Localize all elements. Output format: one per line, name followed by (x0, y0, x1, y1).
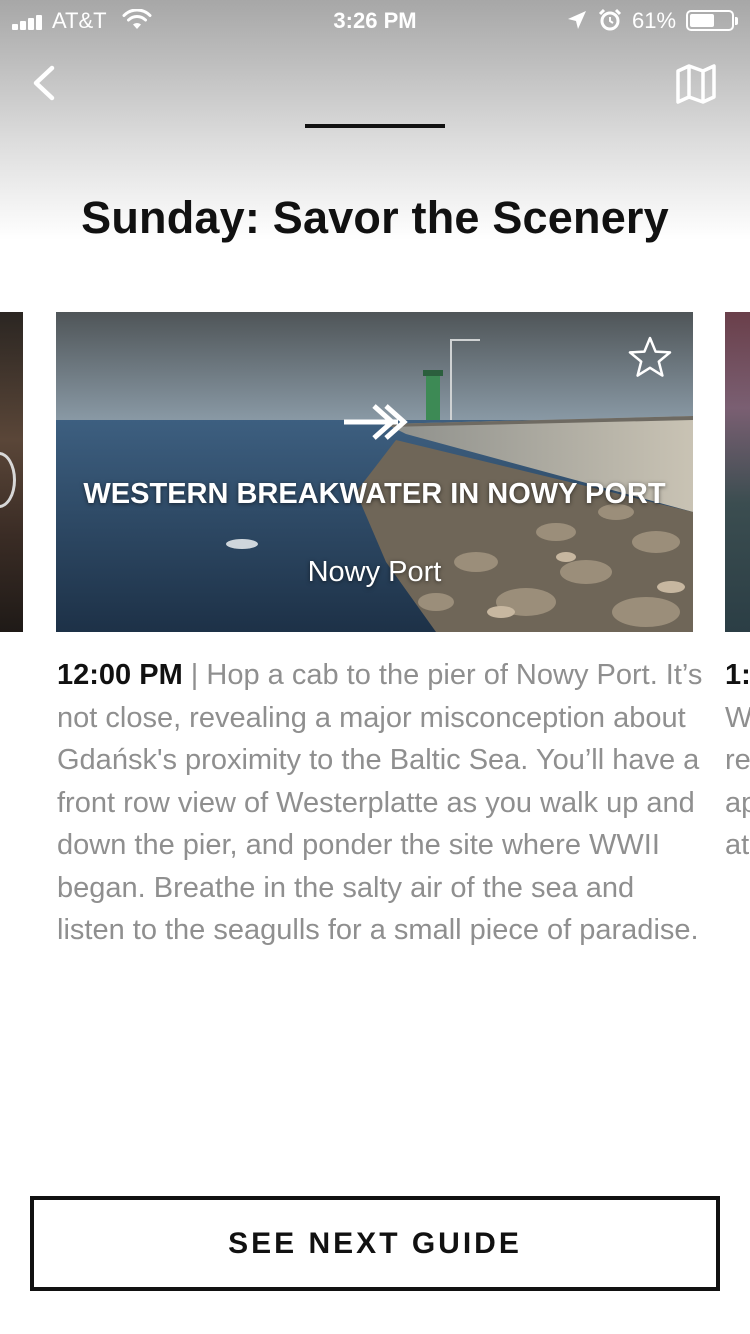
place-neighborhood: Nowy Port (307, 556, 442, 588)
alarm-icon (598, 8, 622, 31)
place-name: WESTERN BREAKWATER IN NOWY PORT (83, 478, 666, 510)
favorite-star-button[interactable] (626, 334, 674, 382)
itinerary-description: 12:00 PM | Hop a cab to the pier of Nowy… (57, 654, 707, 952)
next-itinerary-line: re (725, 744, 750, 776)
back-button[interactable] (28, 62, 62, 104)
next-itinerary-line: at (725, 829, 750, 861)
battery-icon (686, 10, 738, 31)
battery-percent: 61% (632, 8, 677, 33)
next-card-peek[interactable] (725, 312, 750, 632)
separator: | (190, 659, 199, 691)
next-itinerary-peek: 1: W re ap at (725, 654, 750, 867)
page-title: Sunday: Savor the Scenery (81, 192, 669, 243)
see-next-guide-button[interactable]: SEE NEXT GUIDE (30, 1196, 720, 1291)
double-arrow-right-icon (344, 404, 408, 440)
map-button[interactable] (674, 62, 718, 106)
next-itinerary-line: ap (725, 786, 750, 819)
place-card[interactable]: WESTERN BREAKWATER IN NOWY PORT Nowy Por… (56, 312, 693, 632)
next-itinerary-time: 1: (725, 659, 750, 691)
itinerary-time: 12:00 PM (57, 659, 183, 691)
location-arrow-icon (568, 11, 586, 29)
status-bar: AT&T 3:26 PM 61% (0, 0, 750, 40)
previous-card-peek[interactable] (0, 312, 23, 632)
next-itinerary-line: W (725, 701, 750, 734)
drag-handle[interactable] (305, 124, 445, 128)
battery-fill (690, 14, 714, 27)
itinerary-text: Hop a cab to the pier of Nowy Port. It’s… (57, 659, 703, 946)
